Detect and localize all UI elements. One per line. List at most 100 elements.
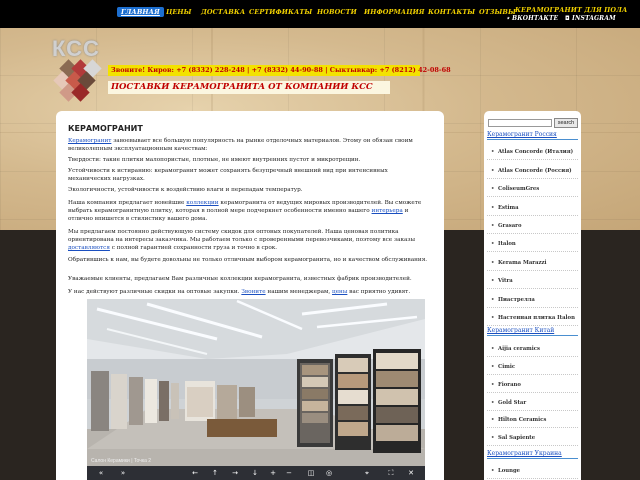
sidebar-item-lounge[interactable]: • Lounge bbox=[487, 464, 578, 479]
bullet-icon: • bbox=[491, 364, 495, 370]
gyro-icon[interactable]: ◎ bbox=[325, 469, 333, 477]
sidebar-item-atlas-concorde-italy[interactable]: • Atlas Concorde (Италия) bbox=[487, 145, 578, 160]
sidebar-item-label: Kerama Marazzi bbox=[498, 260, 547, 266]
nav-item-contacts[interactable]: КОНТАКТЫ bbox=[428, 8, 475, 16]
instagram-label: INSTAGRAM bbox=[572, 15, 616, 22]
service-paragraph: Обратившись к нам, вы будете довольны не… bbox=[68, 257, 428, 263]
sidebar-item-label: Fiorano bbox=[498, 382, 521, 388]
sidebar-item-italon[interactable]: • Italon bbox=[487, 237, 578, 252]
sidebar-group-china[interactable]: Керамогранит Китай bbox=[487, 327, 578, 336]
search-button[interactable]: search bbox=[554, 118, 578, 128]
logo-text: КСС bbox=[52, 36, 100, 61]
sidebar-item-wall-tiles-italon[interactable]: • Настенная плитка Italon bbox=[487, 311, 578, 326]
discounts-paragraph: Мы предлагаем постоянно действующую сист… bbox=[68, 228, 430, 253]
bullet-icon: • bbox=[491, 346, 495, 352]
intro-paragraph: Керамогранит завоевывает все большую поп… bbox=[68, 137, 430, 153]
sidebar-item-sal-sapiente[interactable]: • Sal Sapiente bbox=[487, 431, 578, 446]
sidebar-item-hilton-ceramics[interactable]: • Hilton Ceramics bbox=[487, 413, 578, 428]
sidebar-item-vitra[interactable]: • Vitra bbox=[487, 274, 578, 289]
fast-forward-icon[interactable]: » bbox=[119, 469, 127, 477]
eco-paragraph: Экологичности, устойчивости к воздействи… bbox=[68, 187, 303, 193]
ceramogranite-link[interactable]: Керамогранит bbox=[68, 138, 111, 144]
arrow-left-icon[interactable]: ← bbox=[191, 469, 199, 477]
collections-link[interactable]: коллекции bbox=[186, 200, 218, 206]
fullscreen-icon[interactable]: ⛶ bbox=[387, 469, 395, 477]
paragraph-text: с полной гарантией сохранности груза и т… bbox=[109, 245, 278, 252]
sidebar-item-kerama-marazzi[interactable]: • Kerama Marazzi bbox=[487, 256, 578, 271]
sidebar-group-ukraine[interactable]: Керамогранит Украина bbox=[487, 450, 578, 459]
hotspots-icon[interactable]: ⌖ bbox=[363, 469, 371, 477]
wholesale-paragraph: У нас действуют различные скидки на опто… bbox=[68, 288, 430, 296]
sidebar-item-fiorano[interactable]: • Fiorano bbox=[487, 378, 578, 393]
bullet-icon: • bbox=[491, 382, 495, 388]
main-content: КЕРАМОГРАНИТ Керамогранит завоевывает вс… bbox=[56, 111, 444, 480]
sidebar-group-russia[interactable]: Керамогранит Россия bbox=[487, 131, 578, 140]
paragraph-text: вас приятно удивят. bbox=[347, 289, 411, 295]
sidebar-item-label: Estima bbox=[498, 205, 519, 211]
sidebar-item-label: Настенная плитка Italon bbox=[498, 315, 575, 321]
arrow-up-icon[interactable]: ↑ bbox=[211, 469, 219, 477]
sidebar-item-label: Grasaro bbox=[498, 223, 522, 229]
sidebar-item-label: Atlas Concorde (Италия) bbox=[498, 149, 574, 155]
hardness-paragraph: Твердости: такие плитки малопористые, пл… bbox=[68, 157, 361, 163]
sidebar-item-label: Vitra bbox=[498, 278, 513, 284]
zoom-out-icon[interactable]: − bbox=[285, 469, 293, 477]
panorama-viewer[interactable]: Салон Керамики | Точка 2 « » ← ↑ → ↓ + −… bbox=[87, 299, 425, 480]
arrow-down-icon[interactable]: ↓ bbox=[251, 469, 259, 477]
paragraph-text: У нас действуют различные скидки на опто… bbox=[68, 289, 242, 295]
sidebar-item-cimic[interactable]: • Cimic bbox=[487, 360, 578, 375]
top-navigation: ГЛАВНАЯ ЦЕНЫ ДОСТАВКА СЕРТИФИКАТЫ НОВОСТ… bbox=[0, 0, 640, 28]
phone-numbers: Звоните! Киров: +7 (8332) 228-248 | +7 (… bbox=[108, 65, 451, 76]
sidebar-item-coliseumgres[interactable]: • ColiseumGres bbox=[487, 182, 578, 197]
rewind-icon[interactable]: « bbox=[97, 469, 105, 477]
instagram-link[interactable]: ◘ INSTAGRAM bbox=[565, 15, 616, 22]
wear-paragraph: Устойчивости к истиранию: керамогранит м… bbox=[68, 168, 388, 183]
bullet-icon: • bbox=[491, 223, 495, 229]
vk-label: ВКОНТАКТЕ bbox=[512, 15, 559, 22]
sidebar-item-label: Пиастрелла bbox=[498, 297, 535, 303]
bullet-icon: • bbox=[491, 149, 495, 155]
nav-item-certificates[interactable]: СЕРТИФИКАТЫ bbox=[249, 8, 312, 16]
prices-link[interactable]: цены bbox=[332, 289, 347, 295]
sidebar-item-label: Lounge bbox=[498, 468, 521, 474]
call-link[interactable]: Звоните bbox=[241, 289, 265, 295]
nav-item-news[interactable]: НОВОСТИ bbox=[317, 8, 357, 16]
slogan: ПОСТАВКИ КЕРАМОГРАНИТА ОТ КОМПАНИИ КСС bbox=[108, 81, 390, 94]
vk-link[interactable]: ⋆ ВКОНТАКТЕ bbox=[506, 15, 558, 22]
nav-item-home[interactable]: ГЛАВНАЯ bbox=[117, 7, 164, 17]
nav-item-floor-tiles[interactable]: КЕРАМОГРАНИТ ДЛЯ ПОЛА bbox=[515, 6, 627, 14]
bullet-icon: • bbox=[491, 205, 495, 211]
bullet-icon: • bbox=[491, 297, 495, 303]
sidebar-item-gold-star[interactable]: • Gold Star bbox=[487, 396, 578, 411]
sidebar: search Керамогранит Россия • Atlas Concor… bbox=[484, 111, 581, 480]
sidebar-item-label: Atlas Concorde (Россия) bbox=[498, 168, 572, 174]
close-icon[interactable]: ✕ bbox=[407, 469, 415, 477]
sidebar-item-estima[interactable]: • Estima bbox=[487, 201, 578, 216]
arrow-right-icon[interactable]: → bbox=[231, 469, 239, 477]
interior-link[interactable]: интерьера bbox=[372, 208, 403, 214]
nav-item-delivery[interactable]: ДОСТАВКА bbox=[201, 8, 245, 16]
sidebar-item-label: Aijia ceramics bbox=[498, 346, 540, 352]
logo[interactable]: КСС bbox=[40, 36, 110, 108]
bullet-icon: • bbox=[491, 241, 495, 247]
viewer-caption: Салон Керамики | Точка 2 bbox=[91, 458, 152, 464]
nav-item-prices[interactable]: ЦЕНЫ bbox=[166, 8, 192, 16]
delivery-link[interactable]: доставляются bbox=[68, 245, 110, 251]
sidebar-item-piastrella[interactable]: • Пиастрелла bbox=[487, 293, 578, 308]
viewer-controls: « » ← ↑ → ↓ + − ◫ ◎ ⌖ ⛶ ✕ bbox=[87, 466, 425, 480]
clients-paragraph: Уважаемые клиенты, предлагаем Вам различ… bbox=[68, 276, 412, 282]
vr-icon[interactable]: ◫ bbox=[307, 469, 315, 477]
collections-paragraph: Наша компания предлагает новейшие коллек… bbox=[68, 199, 430, 224]
search-input[interactable] bbox=[488, 119, 552, 127]
zoom-in-icon[interactable]: + bbox=[269, 469, 277, 477]
bullet-icon: • bbox=[491, 168, 495, 174]
sidebar-item-grasaro[interactable]: • Grasaro bbox=[487, 219, 578, 234]
sidebar-item-atlas-concorde-russia[interactable]: • Atlas Concorde (Россия) bbox=[487, 164, 578, 179]
bullet-icon: • bbox=[491, 417, 495, 423]
paragraph-text: Мы предлагаем постоянно действующую сист… bbox=[68, 229, 416, 244]
nav-item-information[interactable]: ИНФОРМАЦИЯ bbox=[364, 8, 425, 16]
sidebar-item-label: Cimic bbox=[498, 364, 516, 370]
sidebar-item-aijia-ceramics[interactable]: • Aijia ceramics bbox=[487, 342, 578, 357]
paragraph-text: Наша компания предлагает новейшие bbox=[68, 200, 187, 206]
sidebar-item-label: ColiseumGres bbox=[498, 186, 540, 192]
